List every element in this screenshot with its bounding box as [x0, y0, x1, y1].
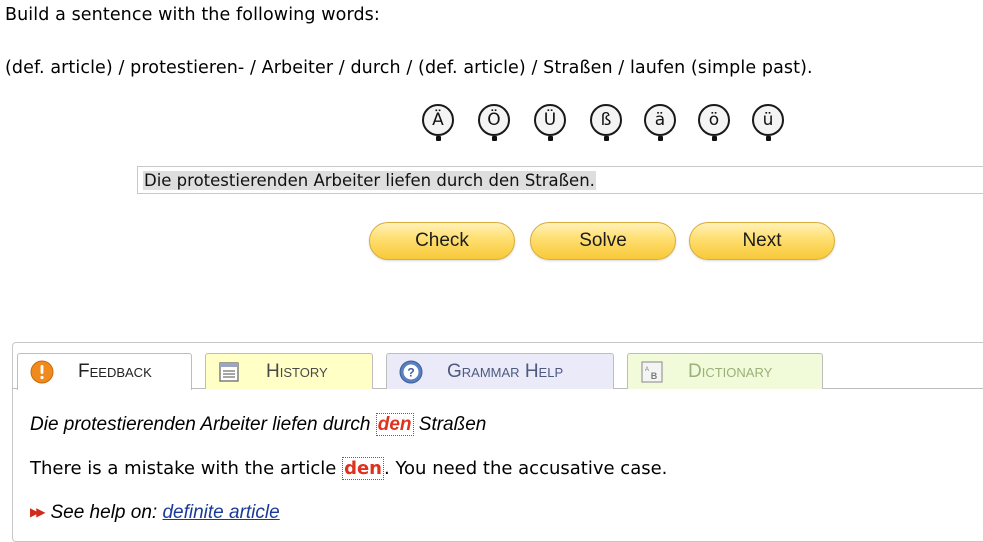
svg-text:b: b [651, 367, 658, 382]
tab-history-label: History [266, 361, 328, 382]
tab-feedback-label: Feedback [78, 361, 152, 382]
char-button-a-umlaut[interactable]: ä [644, 104, 676, 141]
instruction-text: Build a sentence with the following word… [5, 5, 380, 25]
feedback-sentence: Die protestierenden Arbeiter liefen durc… [30, 413, 487, 436]
help-reference: ▶▶ See help on: definite article [30, 502, 280, 524]
word-list: (def. article) / protestieren- / Arbeite… [5, 58, 813, 78]
char-button-eszett[interactable]: ß [590, 104, 622, 141]
feedback-message-before: There is a mistake with the article [30, 458, 343, 479]
svg-text:?: ? [407, 366, 414, 380]
char-button-u-umlaut[interactable]: ü [752, 104, 784, 141]
help-prefix: See help on: [50, 502, 163, 523]
tab-dictionary-label: Dictionary [688, 361, 773, 382]
tab-history[interactable]: History [205, 353, 373, 389]
tab-grammar-help[interactable]: ? Grammar Help [386, 353, 614, 389]
feedback-message-error: den [342, 457, 384, 480]
feedback-sentence-after: Straßen [413, 414, 487, 435]
feedback-sentence-error: den [375, 413, 414, 436]
tab-feedback[interactable]: Feedback [17, 353, 192, 390]
tab-grammar-help-label: Grammar Help [447, 361, 564, 382]
tab-dictionary[interactable]: a b Dictionary [627, 353, 823, 389]
double-arrow-icon: ▶▶ [30, 505, 46, 519]
solve-button[interactable]: Solve [530, 222, 676, 260]
history-icon [219, 362, 239, 382]
char-button-U-umlaut[interactable]: Ü [534, 104, 566, 141]
help-icon: ? [399, 360, 423, 384]
help-link-definite-article[interactable]: definite article [162, 502, 279, 523]
char-button-O-umlaut[interactable]: Ö [478, 104, 510, 141]
svg-text:a: a [645, 363, 649, 373]
feedback-message-after: . You need the accusative case. [384, 458, 668, 479]
next-button[interactable]: Next [689, 222, 835, 260]
check-button[interactable]: Check [369, 222, 515, 260]
answer-input[interactable]: Die protestierenden Arbeiter liefen durc… [137, 166, 983, 194]
char-button-A-umlaut[interactable]: Ä [422, 104, 454, 141]
char-button-o-umlaut[interactable]: ö [698, 104, 730, 141]
dictionary-icon: a b [641, 361, 663, 383]
feedback-sentence-before: Die protestierenden Arbeiter liefen durc… [30, 414, 376, 435]
answer-input-value: Die protestierenden Arbeiter liefen durc… [143, 171, 596, 190]
feedback-message: There is a mistake with the article den.… [30, 457, 668, 480]
alert-icon [30, 360, 54, 384]
